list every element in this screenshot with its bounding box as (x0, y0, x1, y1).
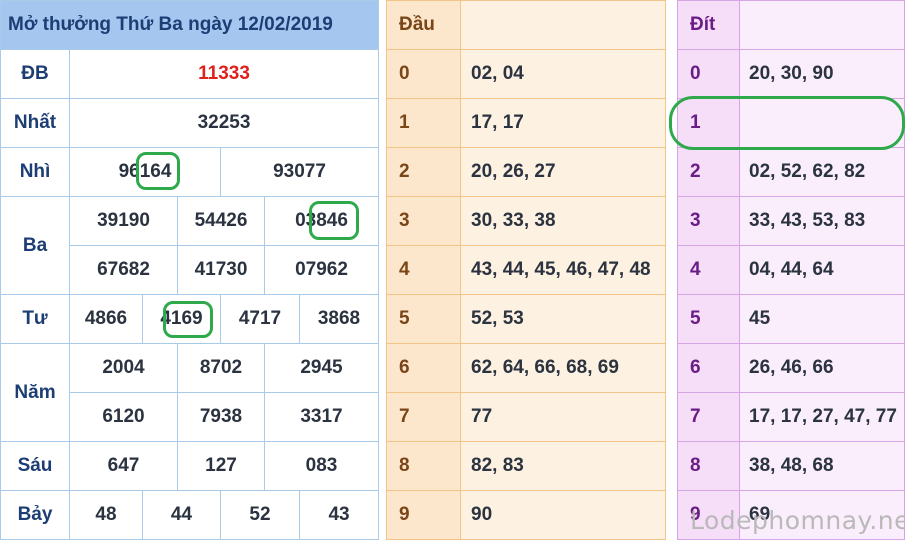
highlight-circle-nhi (136, 152, 180, 190)
dau-values: 62, 64, 66, 68, 69 (460, 343, 666, 393)
results-table: Mở thưởng Thứ Ba ngày 12/02/2019 ĐB 1133… (0, 0, 380, 540)
dau-values: 02, 04 (460, 49, 666, 99)
prize-db-value: 11333 (68, 49, 380, 99)
dit-values: 38, 48, 68 (739, 441, 905, 491)
dau-key: 3 (386, 196, 461, 246)
prize-nhi-value: 93077 (219, 147, 380, 197)
dau-header-blank (460, 0, 666, 50)
prize-bay-value: 43 (298, 490, 380, 540)
prize-label-nhat: Nhất (0, 98, 70, 148)
prize-tu-value: 3868 (298, 294, 380, 344)
prize-tu-value: 4717 (220, 294, 300, 344)
prize-sau-value: 647 (69, 441, 178, 491)
dit-key: 3 (677, 196, 740, 246)
prize-nam-value: 2945 (263, 343, 380, 393)
dau-table: Đầu 0 02, 04 1 17, 17 2 20, 26, 27 3 30, 33,… (386, 0, 666, 540)
dit-values: 20, 30, 90 (739, 49, 905, 99)
prize-sau-value: 083 (263, 441, 380, 491)
dau-key: 1 (386, 98, 461, 148)
dit-values: 02, 52, 62, 82 (739, 147, 905, 197)
dit-header-blank (739, 0, 905, 50)
dit-key: 6 (677, 343, 740, 393)
prize-ba-value: 54426 (177, 196, 265, 246)
dit-header: Đít (677, 0, 740, 50)
highlight-circle-tu (163, 301, 213, 338)
dit-values: 04, 44, 64 (739, 245, 905, 295)
dit-values: 26, 46, 66 (739, 343, 905, 393)
prize-bay-value: 44 (142, 490, 221, 540)
prize-label-sau: Sáu (0, 441, 70, 491)
dau-values: 77 (460, 392, 666, 442)
dit-key: 5 (677, 294, 740, 344)
dit-values: 17, 17, 27, 47, 77 (739, 392, 905, 442)
dau-key: 9 (386, 490, 461, 540)
prize-label-nam: Năm (0, 343, 70, 442)
highlight-circle-ba (309, 201, 359, 240)
dau-values: 30, 33, 38 (460, 196, 666, 246)
dit-key: 4 (677, 245, 740, 295)
prize-nhat-value: 32253 (68, 98, 380, 148)
prize-label-nhi: Nhì (0, 147, 70, 197)
prize-label-db: ĐB (0, 49, 70, 99)
dit-key: 0 (677, 49, 740, 99)
prize-bay-value: 52 (220, 490, 300, 540)
prize-nam-value: 2004 (69, 343, 178, 393)
dit-key: 8 (677, 441, 740, 491)
results-title: Mở thưởng Thứ Ba ngày 12/02/2019 (0, 0, 380, 50)
prize-label-tu: Tư (0, 294, 70, 344)
dau-values: 20, 26, 27 (460, 147, 666, 197)
prize-ba-value: 67682 (69, 245, 178, 295)
dit-key: 2 (677, 147, 740, 197)
prize-nam-value: 3317 (263, 392, 380, 442)
prize-nam-value: 8702 (177, 343, 265, 393)
prize-bay-value: 48 (69, 490, 143, 540)
dau-key: 0 (386, 49, 461, 99)
dit-values: 33, 43, 53, 83 (739, 196, 905, 246)
dau-key: 7 (386, 392, 461, 442)
highlight-circle-dit-1 (669, 96, 905, 150)
dau-key: 8 (386, 441, 461, 491)
dau-key: 2 (386, 147, 461, 197)
watermark: Lodephomnay.net (690, 506, 905, 535)
dau-key: 6 (386, 343, 461, 393)
prize-nam-value: 6120 (69, 392, 178, 442)
dau-values: 90 (460, 490, 666, 540)
dau-values: 43, 44, 45, 46, 47, 48 (460, 245, 666, 295)
dau-key: 5 (386, 294, 461, 344)
prize-sau-value: 127 (177, 441, 265, 491)
prize-label-bay: Bảy (0, 490, 70, 540)
prize-ba-value: 07962 (263, 245, 380, 295)
dau-key: 4 (386, 245, 461, 295)
dau-values: 82, 83 (460, 441, 666, 491)
prize-nam-value: 7938 (177, 392, 265, 442)
prize-ba-value: 41730 (177, 245, 265, 295)
prize-ba-value: 39190 (69, 196, 178, 246)
dit-values: 45 (739, 294, 905, 344)
dit-key: 7 (677, 392, 740, 442)
prize-tu-value: 4866 (69, 294, 143, 344)
dau-values: 17, 17 (460, 98, 666, 148)
dit-table: Đít 0 20, 30, 90 1 2 02, 52, 62, 82 3 33, 4… (677, 0, 905, 540)
prize-label-ba: Ba (0, 196, 70, 295)
dau-values: 52, 53 (460, 294, 666, 344)
dau-header: Đầu (386, 0, 461, 50)
